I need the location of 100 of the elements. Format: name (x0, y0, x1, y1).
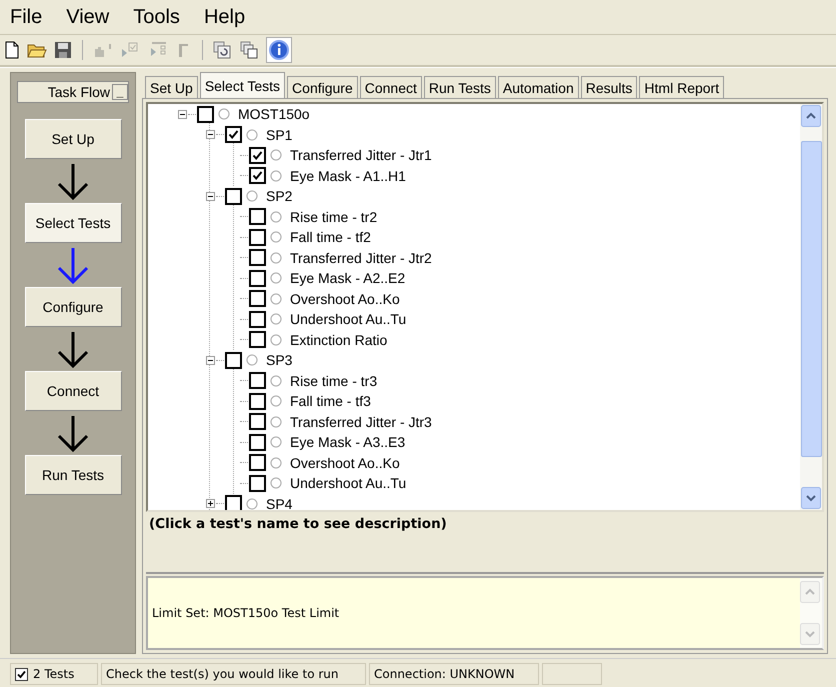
tree-item[interactable]: SP2 (266, 188, 292, 204)
checkbox[interactable] (249, 270, 266, 287)
checkbox[interactable] (225, 352, 242, 369)
scroll-up-button[interactable] (801, 105, 821, 127)
step-button[interactable]: Configure (24, 287, 122, 327)
checkbox[interactable] (225, 188, 242, 205)
radio-icon (270, 272, 282, 284)
checkbox[interactable] (197, 106, 214, 123)
tab[interactable]: Connect (360, 76, 422, 98)
tree-item[interactable]: SP3 (266, 352, 292, 368)
status-message: Check the test(s) you would like to run (106, 667, 338, 681)
new-document-icon[interactable] (4, 41, 20, 59)
tree-item[interactable]: SP4 (266, 496, 292, 510)
checkbox[interactable] (225, 495, 242, 510)
description-text: (Click a test's name to see description) (149, 516, 447, 532)
copy-icon[interactable] (240, 41, 260, 59)
tree-item[interactable]: Transferred Jitter - Jtr3 (290, 414, 432, 430)
tab[interactable]: Results (580, 76, 638, 98)
radio-icon (270, 477, 282, 490)
save-icon[interactable] (54, 41, 72, 59)
checkbox[interactable] (249, 434, 266, 451)
step-button[interactable]: Set Up (24, 119, 122, 159)
test-count: 2 Tests (33, 667, 74, 681)
expand-icon[interactable] (206, 499, 215, 508)
checkmark-icon (228, 129, 239, 140)
collapse-icon[interactable] (178, 110, 187, 119)
checkbox[interactable] (249, 228, 266, 246)
tab[interactable]: Html Report (639, 76, 724, 98)
tree-item[interactable]: Undershoot Au..Tu (290, 475, 406, 492)
checkmark-icon (17, 670, 26, 678)
menu-item[interactable]: View (66, 6, 110, 28)
tree-item[interactable]: Eye Mask - A2..E2 (290, 270, 406, 286)
tree-item[interactable]: Overshoot Ao..Ko (290, 454, 400, 471)
radio-icon (246, 128, 258, 141)
radio-icon (246, 190, 258, 202)
tree-item[interactable]: Transferred Jitter - Jtr2 (290, 250, 432, 266)
step-button[interactable]: Connect (24, 371, 122, 411)
radio-icon (270, 210, 282, 223)
collapse-icon[interactable] (206, 130, 215, 140)
radio-icon (270, 395, 282, 408)
info-icon[interactable] (267, 38, 291, 62)
radio-icon (270, 416, 282, 428)
checkbox[interactable] (249, 146, 266, 164)
tree-item[interactable]: Transferred Jitter - Jtr1 (290, 147, 432, 164)
step-button[interactable]: Select Tests (24, 203, 122, 243)
collapse-icon[interactable] (206, 192, 215, 201)
checkbox[interactable] (249, 310, 266, 328)
checkbox[interactable] (249, 372, 266, 390)
checkbox[interactable] (249, 331, 266, 348)
panel-title: Task Flow (48, 84, 110, 100)
tab[interactable]: Automation (498, 76, 579, 98)
radio-icon (270, 170, 282, 182)
step-button[interactable]: Run Tests (24, 455, 122, 495)
radio-icon (270, 231, 282, 244)
checkbox[interactable] (249, 413, 266, 430)
tree-item[interactable]: Fall time - tf2 (290, 229, 371, 246)
limit-set-text: Limit Set: MOST150o Test Limit (152, 606, 340, 620)
checkbox[interactable] (249, 290, 266, 308)
checkbox[interactable] (249, 454, 266, 472)
stacked-pages-icon[interactable] (213, 41, 233, 59)
tree-item[interactable]: Fall time - tf3 (290, 393, 371, 410)
checkbox[interactable] (249, 474, 266, 492)
minimize-button[interactable]: _ (112, 84, 128, 100)
radio-icon (270, 149, 282, 162)
radio-icon (246, 354, 258, 366)
checkbox[interactable] (249, 167, 266, 184)
tree-item[interactable]: Rise time - tr3 (290, 372, 378, 389)
scroll-thumb[interactable] (800, 141, 822, 457)
checkmark-icon (252, 170, 263, 182)
tab[interactable]: Set Up (145, 76, 198, 98)
checkbox[interactable] (249, 249, 266, 266)
radio-icon (270, 292, 282, 305)
tree-item[interactable]: Overshoot Ao..Ko (290, 290, 400, 307)
tab[interactable]: Run Tests (424, 76, 496, 98)
menu-item[interactable]: File (10, 6, 42, 28)
tree-item[interactable]: Extinction Ratio (290, 332, 388, 348)
radio-icon (270, 456, 282, 469)
checkbox[interactable] (249, 208, 266, 226)
radio-icon (270, 252, 282, 264)
tree-item[interactable]: SP1 (266, 126, 292, 143)
radio-icon (270, 313, 282, 326)
checkbox[interactable] (225, 126, 242, 144)
collapse-icon[interactable] (206, 356, 215, 365)
menu-item[interactable]: Tools (133, 6, 180, 28)
radio-icon (270, 334, 282, 346)
connection-status: Connection: UNKNOWN (374, 667, 515, 681)
tree-item[interactable]: Undershoot Au..Tu (290, 311, 406, 328)
scrollbar[interactable] (800, 104, 822, 510)
menu-item[interactable]: Help (204, 6, 246, 28)
tree-item[interactable]: Eye Mask - A3..E3 (290, 434, 406, 450)
scroll-down-button[interactable] (801, 487, 821, 509)
checkmark-icon (252, 150, 263, 161)
tab[interactable]: Configure (287, 76, 358, 98)
checkbox[interactable] (249, 392, 266, 410)
tree-item[interactable]: Eye Mask - A1..H1 (290, 168, 406, 184)
tree-item[interactable]: Rise time - tr2 (290, 208, 378, 225)
tab[interactable]: Select Tests (200, 72, 286, 98)
tree-item[interactable]: MOST150o (238, 106, 310, 122)
status-panel (542, 663, 602, 685)
checkbox[interactable] (15, 668, 28, 680)
